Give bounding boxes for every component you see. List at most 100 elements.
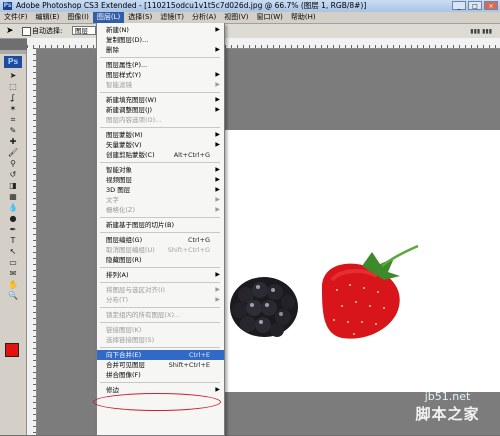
menu-item[interactable]: 文字 ▶ [97,195,224,205]
move-tool-icon[interactable]: ➤ [6,70,20,81]
menu-item[interactable]: 新建填充图层(W) ▶ [97,95,224,105]
menu-item[interactable]: 隐藏图层(R) [97,255,224,265]
eraser-tool-icon[interactable]: ◨ [6,180,20,191]
notes-tool-icon[interactable]: ✉ [6,268,20,279]
menu-item[interactable]: 图层编组(G) Ctrl+G [97,235,224,245]
menu-item[interactable]: 图层属性(P)... [97,60,224,70]
hand-tool-icon[interactable]: ✋ [6,279,20,290]
marquee-tool-icon[interactable]: ⬚ [6,81,20,92]
submenu-arrow-icon: ▶ [215,26,220,33]
menu-item[interactable]: 3D 图层 ▶ [97,185,224,195]
menu-item[interactable]: 删除 ▶ [97,45,224,55]
pen-tool-icon[interactable]: ✒ [6,224,20,235]
vertical-ruler[interactable] [27,48,37,435]
fruit-image [230,244,419,339]
menu-separator [100,92,220,93]
menu-edit[interactable]: 编辑(E) [32,12,64,23]
menu-analysis[interactable]: 分析(A) [188,12,220,23]
menu-layer[interactable]: 图层(L) [92,12,125,23]
menu-bar: 文件(F) 编辑(E) 图像(I) 图层(L) 选择(S) 滤镜(T) 分析(A… [0,12,500,24]
menu-item[interactable]: 取消图层编组(U) Shift+Ctrl+G [97,245,224,255]
toolbox-grip[interactable] [0,50,26,54]
close-button[interactable]: × [484,1,498,10]
maximize-button[interactable]: □ [468,1,482,10]
submenu-arrow-icon: ▶ [215,131,220,138]
menu-item[interactable]: 将图层与选区对齐(I) ▶ [97,285,224,295]
menu-item[interactable]: 新建调整图层(J) ▶ [97,105,224,115]
menu-item[interactable]: 拼合图像(F) [97,370,224,380]
menu-item[interactable]: 向下合并(E) Ctrl+E [97,350,224,360]
menu-file[interactable]: 文件(F) [0,12,32,23]
menu-item[interactable]: 图层样式(Y) ▶ [97,70,224,80]
menu-item[interactable]: 锁定组内的所有图层(X)... [97,310,224,320]
healing-tool-icon[interactable]: ✚ [6,136,20,147]
watermark-text: 脚本之家 [415,405,480,423]
menu-item-label: 图层编组(G) [106,236,143,244]
menu-separator [100,127,220,128]
menu-item[interactable]: 链接图层(K) [97,325,224,335]
menu-item[interactable]: 复制图层(D)... [97,35,224,45]
minimize-button[interactable]: _ [452,1,466,10]
menu-item-label: 图层样式(Y) [106,71,142,79]
menu-item[interactable]: 智能滤镜 ▶ [97,80,224,90]
menu-item-label: 视频图层 [106,176,132,184]
align-options-icon[interactable]: ▮▮▮ ▮▮▮ [470,28,492,35]
gradient-tool-icon[interactable]: ▦ [6,191,20,202]
foreground-color-swatch[interactable] [5,343,19,357]
crop-tool-icon[interactable]: ⌗ [6,114,20,125]
menu-item[interactable]: 选择链接图层(S) [97,335,224,345]
menu-select[interactable]: 选择(S) [124,12,156,23]
brush-tool-icon[interactable]: 🖌 [6,147,20,158]
menu-item[interactable]: 合并可见图层 Shift+Ctrl+E [97,360,224,370]
menu-item-label: 将图层与选区对齐(I) [106,286,165,294]
shape-tool-icon[interactable]: ▭ [6,257,20,268]
menu-item[interactable]: 图层蒙版(M) ▶ [97,130,224,140]
menu-item[interactable]: 排列(A) ▶ [97,270,224,280]
menu-filter[interactable]: 滤镜(T) [156,12,188,23]
menu-item-shortcut: Shift+Ctrl+E [168,361,210,369]
menu-separator [100,57,220,58]
menu-item-label: 新建填充图层(W) [106,96,157,104]
menu-help[interactable]: 帮助(H) [287,12,320,23]
auto-select-dropdown[interactable]: 图层 [72,26,96,35]
window-controls: _ □ × [452,1,498,10]
menu-item[interactable]: 分布(T) ▶ [97,295,224,305]
menu-item-label: 修边 [106,386,119,394]
menu-view[interactable]: 视图(V) [220,12,252,23]
move-tool-icon[interactable]: ➤ [6,26,14,36]
photoshop-logo-icon: Ps [3,2,12,10]
menu-item[interactable]: 视频图层 ▶ [97,175,224,185]
menu-item[interactable]: 栅格化(Z) ▶ [97,205,224,215]
menu-item[interactable]: 矢量蒙版(V) ▶ [97,140,224,150]
menu-item[interactable]: 创建剪贴蒙版(C) Alt+Ctrl+G [97,150,224,160]
menu-item-label: 智能滤镜 [106,81,132,89]
menu-window[interactable]: 窗口(W) [252,12,286,23]
menu-item-label: 图层属性(P)... [106,61,148,69]
menu-item-label: 向下合并(E) [106,351,142,359]
menu-item[interactable]: 图层内容选项(O)... [97,115,224,125]
menu-item[interactable]: 智能对象 ▶ [97,165,224,175]
menu-item[interactable]: 新建基于图层的切片(B) [97,220,224,230]
magic-wand-tool-icon[interactable]: ✶ [6,103,20,114]
stamp-tool-icon[interactable]: ⚲ [6,158,20,169]
zoom-tool-icon[interactable]: 🔍 [6,290,20,301]
menu-item[interactable]: 新建(N) ▶ [97,25,224,35]
auto-select-checkbox[interactable] [22,27,31,36]
menu-separator [100,232,220,233]
menu-image[interactable]: 图像(I) [63,12,93,23]
path-select-tool-icon[interactable]: ↖ [6,246,20,257]
dodge-tool-icon[interactable]: ● [6,213,20,224]
history-brush-tool-icon[interactable]: ↺ [6,169,20,180]
menu-item-label: 创建剪贴蒙版(C) [106,151,155,159]
image-canvas[interactable] [222,130,500,392]
submenu-arrow-icon: ▶ [215,271,220,278]
eyedropper-tool-icon[interactable]: ✎ [6,125,20,136]
submenu-arrow-icon: ▶ [215,166,220,173]
menu-item-label: 智能对象 [106,166,132,174]
menu-item-label: 图层内容选项(O)... [106,116,162,124]
menu-item-label: 栅格化(Z) [106,206,136,214]
lasso-tool-icon[interactable]: ʆ [6,92,20,103]
blur-tool-icon[interactable]: 💧 [6,202,20,213]
type-tool-icon[interactable]: T [6,235,20,246]
submenu-arrow-icon: ▶ [215,296,220,303]
